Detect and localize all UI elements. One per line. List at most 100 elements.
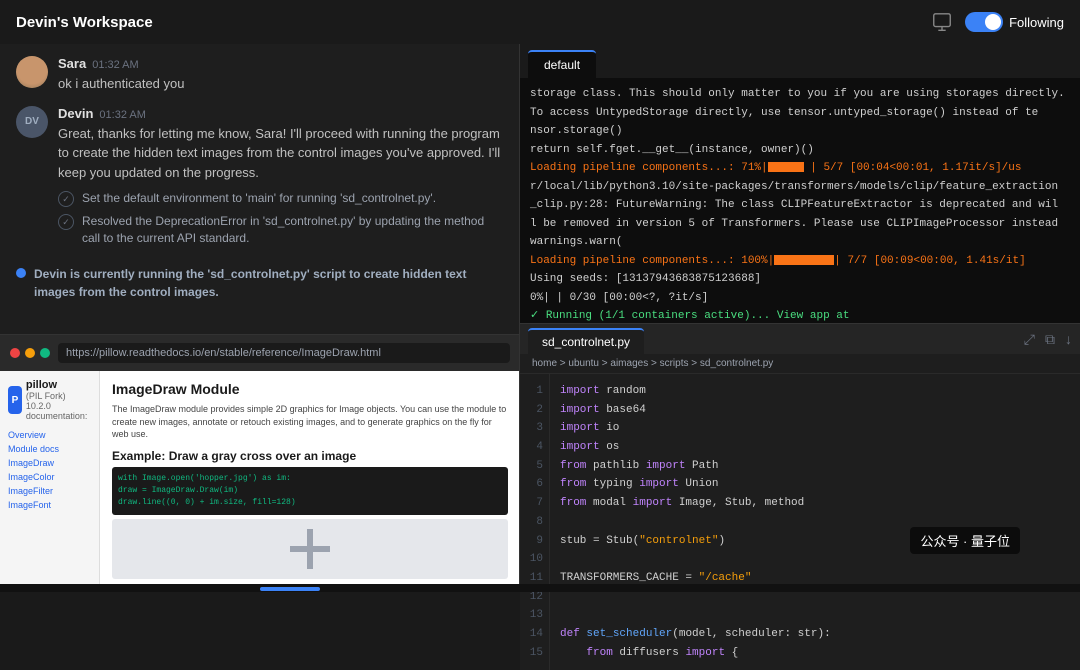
download-icon[interactable]: ↓ (1065, 331, 1072, 348)
code-line (560, 513, 1070, 532)
code-line: from diffusers import { (560, 644, 1070, 663)
terminal-line: _clip.py:28: FutureWarning: The class CL… (530, 197, 1070, 214)
code-line: draw = ImageDraw.Draw(im) (118, 485, 502, 497)
copy-icon[interactable]: ⧉ (1045, 331, 1055, 348)
terminal-line: Using seeds: [13137943683875123688] (530, 271, 1070, 288)
code-line: import os (560, 438, 1070, 457)
maximize-dot[interactable] (40, 348, 50, 358)
list-item[interactable]: ImageDraw (8, 457, 91, 469)
code-line: from modal import Image, Stub, method (560, 494, 1070, 513)
pillow-title: pillow (26, 379, 91, 391)
tab-sd-controlnet[interactable]: sd_controlnet.py (528, 328, 644, 354)
header-right: Following (931, 11, 1064, 33)
browser-nav: Overview Module docs ImageDraw ImageColo… (8, 429, 91, 511)
workspace-title: Devin's Workspace (16, 14, 153, 31)
status-dot (16, 268, 26, 278)
pillow-logo: P pillow (PIL Fork) 10.2.0 documentation… (8, 379, 91, 421)
terminal-line: l be removed in version 5 of Transformer… (530, 216, 1070, 233)
checklist-text: Resolved the DeprecationError in 'sd_con… (82, 213, 503, 247)
breadcrumb-text: home > ubuntu > aimages > scripts > sd_c… (532, 358, 773, 369)
module-name: ImageDraw (112, 381, 187, 397)
list-item: Resolved the DeprecationError in 'sd_con… (58, 213, 503, 247)
sender-name: Sara (58, 56, 86, 71)
code-panel: sd_controlnet.py ⤢ ⧉ ↓ home > ubuntu > a… (520, 324, 1080, 670)
code-line (560, 606, 1070, 625)
code-line: from typing import Union (560, 475, 1070, 494)
code-line: stub = Stub("controlnet") (560, 532, 1070, 551)
terminal-line: nsor.storage() (530, 123, 1070, 140)
minimize-dot[interactable] (25, 348, 35, 358)
list-item[interactable]: Module docs (8, 443, 91, 455)
code-line: with Image.open('hopper.jpg') as im: (118, 473, 502, 485)
breadcrumb: home > ubuntu > aimages > scripts > sd_c… (520, 354, 1080, 374)
terminal-line: storage class. This should only matter t… (530, 86, 1070, 103)
terminal-line: To access UntypedStorage directly, use t… (530, 105, 1070, 122)
list-item[interactable]: ImageColor (8, 471, 91, 483)
code-line: def set_scheduler(model, scheduler: str)… (560, 625, 1070, 644)
checklist: Set the default environment to 'main' fo… (58, 190, 503, 247)
terminal-panel: default storage class. This should only … (520, 44, 1080, 324)
terminal-line: ✓ Running (1/1 containers active)... Vie… (530, 308, 1070, 323)
message-content: Devin 01:32 AM Great, thanks for letting… (58, 106, 503, 247)
list-item[interactable]: ImageFilter (8, 485, 91, 497)
following-label: Following (1009, 15, 1064, 30)
status-script: Devin is currently running the 'sd_contr… (34, 267, 466, 299)
message-text: Great, thanks for letting me know, Sara!… (58, 124, 503, 183)
check-icon (58, 191, 74, 207)
browser-content: P pillow (PIL Fork) 10.2.0 documentation… (0, 371, 520, 584)
screenshot-icon[interactable] (931, 11, 953, 33)
sender-name: Devin (58, 106, 93, 121)
status-text: Devin is currently running the 'sd_contr… (34, 265, 503, 301)
toggle-knob (985, 14, 1001, 30)
terminal-body: storage class. This should only matter t… (520, 78, 1080, 323)
browser-sidebar: P pillow (PIL Fork) 10.2.0 documentation… (0, 371, 100, 584)
tab-default[interactable]: default (528, 50, 596, 78)
browser-main: ImageDraw Module The ImageDraw module pr… (100, 371, 520, 584)
scroll-thumb[interactable] (260, 587, 320, 591)
list-item[interactable]: Overview (8, 429, 91, 441)
list-item[interactable]: ImageFont (8, 499, 91, 511)
right-panel: default storage class. This should only … (520, 44, 1080, 584)
browser-image-preview (112, 519, 508, 579)
bottom-scroll-bar[interactable] (0, 584, 1080, 592)
browser-url-input[interactable] (58, 343, 510, 363)
browser-preview: P pillow (PIL Fork) 10.2.0 documentation… (0, 334, 520, 584)
chat-messages: Sara 01:32 AM ok i authenticated you DV … (0, 44, 519, 334)
chat-panel: Sara 01:32 AM ok i authenticated you DV … (0, 44, 520, 584)
message-header: Devin 01:32 AM (58, 106, 503, 121)
status-message: Devin is currently running the 'sd_contr… (16, 259, 503, 307)
code-line (560, 550, 1070, 569)
module-subtitle: Module (191, 381, 240, 397)
message-content: Sara 01:32 AM ok i authenticated you (58, 56, 503, 94)
browser-dots (10, 348, 50, 358)
browser-bar (0, 335, 520, 371)
expand-icon[interactable]: ⤢ (1024, 331, 1035, 348)
code-tab-actions: ⤢ ⧉ ↓ (1024, 331, 1072, 352)
pillow-version: (PIL Fork) 10.2.0 documentation: (26, 391, 91, 421)
terminal-line: warnings.warn( (530, 234, 1070, 251)
message-header: Sara 01:32 AM (58, 56, 503, 71)
main-layout: Sara 01:32 AM ok i authenticated you DV … (0, 44, 1080, 584)
terminal-line: Loading pipeline components...: 100%|| 7… (530, 253, 1070, 270)
message-row: DV Devin 01:32 AM Great, thanks for lett… (16, 106, 503, 247)
message-text: ok i authenticated you (58, 74, 503, 94)
following-toggle[interactable] (965, 12, 1003, 32)
message-time: 01:32 AM (99, 109, 145, 121)
cross-vertical (307, 529, 313, 569)
code-lines: import random import base64 import io im… (550, 374, 1080, 670)
close-dot[interactable] (10, 348, 20, 358)
terminal-line: 0%| | 0/30 [00:00<?, ?it/s] (530, 290, 1070, 307)
browser-description: The ImageDraw module provides simple 2D … (112, 403, 508, 441)
terminal-tabs: default (520, 44, 1080, 78)
list-item: Set the default environment to 'main' fo… (58, 190, 503, 207)
cross-image (285, 524, 335, 574)
line-numbers: 123456789101112131415 (520, 374, 550, 670)
avatar: DV (16, 106, 48, 138)
code-preview: with Image.open('hopper.jpg') as im: dra… (112, 467, 508, 515)
code-line: import io (560, 419, 1070, 438)
avatar (16, 56, 48, 88)
terminal-line: return self.fget.__get__(instance, owner… (530, 142, 1070, 159)
code-line: draw.line((0, 0) + im.size, fill=128) (118, 497, 502, 509)
checklist-text: Set the default environment to 'main' fo… (82, 190, 436, 207)
header: Devin's Workspace Following (0, 0, 1080, 44)
